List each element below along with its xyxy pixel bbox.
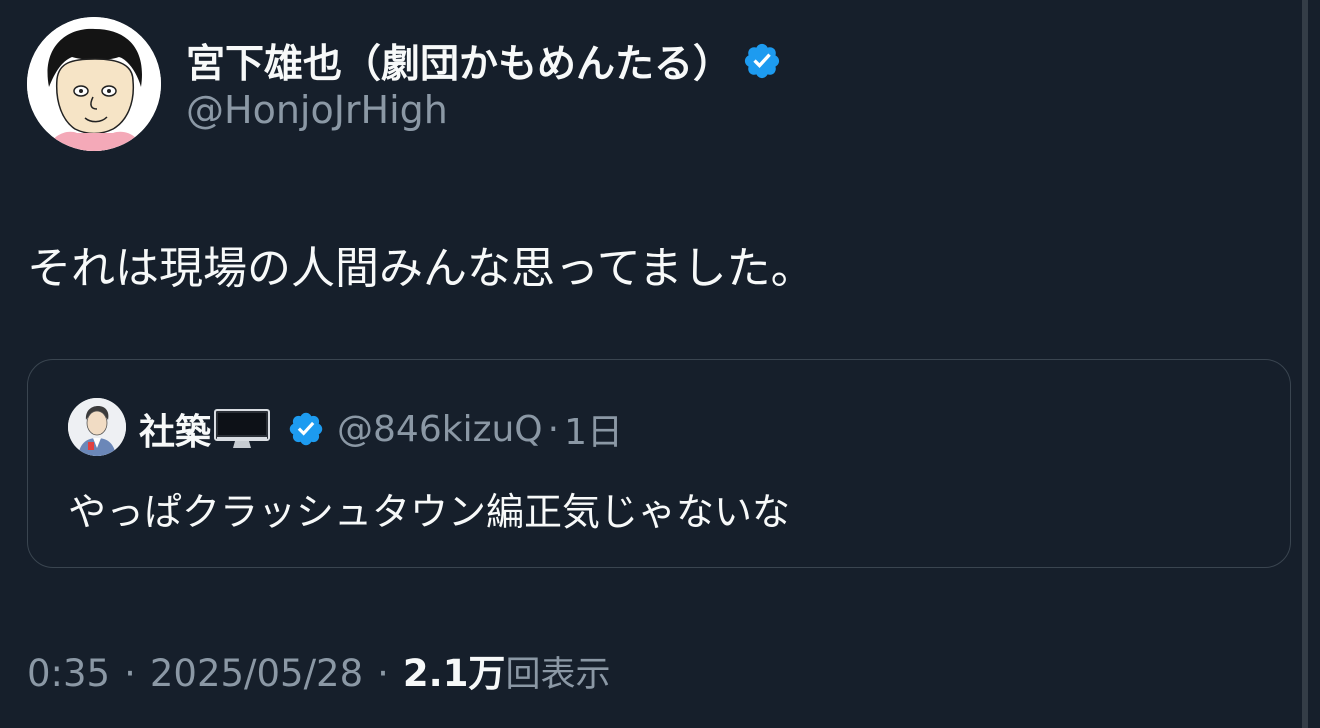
tweet-time[interactable]: 0:35 [27, 652, 110, 695]
desktop-computer-icon [214, 409, 271, 448]
quoted-tweet-text: やっぱクラッシュタウン編正気じゃないな [68, 490, 791, 534]
tweet-date[interactable]: 2025/05/28 [150, 652, 363, 695]
tweet-meta: 0:35 · 2025/05/28 · 2.1万 回表示 [27, 643, 610, 697]
separator-dot: · [547, 408, 560, 450]
quoted-tweet-header: 社築 @846kizuQ · 1日 [139, 403, 623, 455]
separator-dot: · [377, 652, 389, 695]
verified-badge-icon [289, 412, 323, 446]
quoted-author-avatar[interactable] [68, 398, 126, 456]
cartoon-face-icon [27, 17, 161, 151]
author-handle[interactable]: @HonjoJrHigh [186, 88, 448, 132]
separator-dot: · [124, 652, 136, 695]
author-avatar[interactable] [27, 17, 161, 151]
tweet-text: それは現場の人間みんな思ってました。 [27, 243, 815, 294]
author-name-text[interactable]: 宮下雄也（劇団かもめんたる） [186, 33, 732, 89]
views-count[interactable]: 2.1万 [403, 643, 506, 697]
quoted-tweet-card[interactable]: 社築 @846kizuQ · 1日 やっぱクラッシュタウン編正気じゃないな [27, 359, 1291, 568]
person-avatar-icon [68, 398, 126, 456]
scrollbar[interactable] [1302, 0, 1308, 728]
tweet-detail-page: 宮下雄也（劇団かもめんたる） @HonjoJrHigh それは現場の人間みんな思… [0, 0, 1320, 728]
quoted-author-name[interactable]: 社築 [139, 403, 211, 455]
verified-badge-icon [744, 43, 780, 79]
author-display-name[interactable]: 宮下雄也（劇団かもめんたる） [186, 33, 782, 89]
quoted-author-handle[interactable]: @846kizuQ [337, 409, 543, 450]
quoted-tweet-time[interactable]: 1日 [564, 403, 623, 455]
views-label: 回表示 [505, 655, 611, 695]
